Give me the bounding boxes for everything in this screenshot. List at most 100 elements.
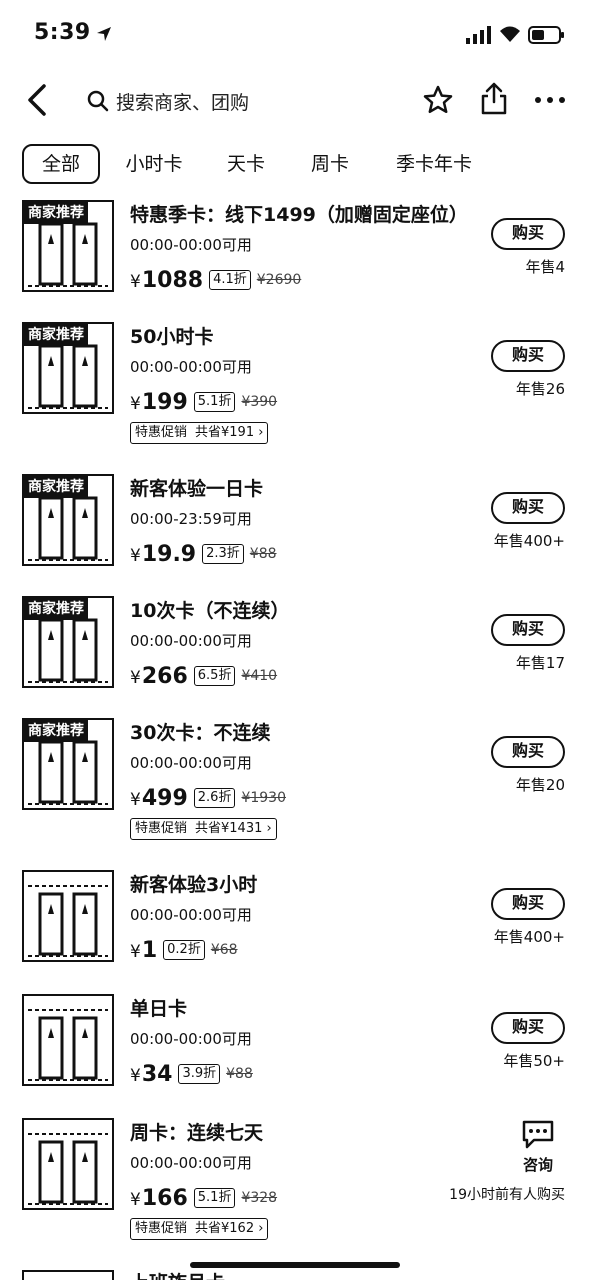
buy-button[interactable]: 购买 <box>491 736 565 768</box>
battery-icon <box>528 26 564 44</box>
seat-image-icon <box>28 1133 108 1205</box>
wifi-icon <box>500 26 520 42</box>
promo-tag[interactable]: 特惠促销 共省¥191 › <box>130 422 269 444</box>
list-item[interactable]: 商家推荐 50小时卡 00:00-00:00可用 ¥199 5.1折 ¥390 … <box>0 318 591 458</box>
deal-title: 单日卡 <box>130 998 188 1020</box>
merchant-recommend-badge: 商家推荐 <box>24 598 88 620</box>
header: 搜索商家、团购 <box>0 76 591 126</box>
deal-thumbnail <box>22 1270 114 1280</box>
deal-title: 新客体验3小时 <box>130 874 258 896</box>
list-item[interactable]: 商家推荐 新客体验一日卡 00:00-23:59可用 ¥19.9 2.3折 ¥8… <box>0 470 591 582</box>
original-price: ¥410 <box>241 668 278 684</box>
annual-sales: 年售4 <box>525 258 565 276</box>
list-item[interactable]: 商家推荐 10次卡（不连续） 00:00-00:00可用 ¥266 6.5折 ¥… <box>0 592 591 704</box>
discount-badge: 0.2折 <box>163 940 205 960</box>
deal-thumbnail <box>22 1118 114 1210</box>
list-item[interactable]: 商家推荐 特惠季卡：线下1499（加赠固定座位） 00:00-00:00可用 ¥… <box>0 196 591 308</box>
merchant-recommend-badge: 商家推荐 <box>24 476 88 498</box>
original-price: ¥88 <box>226 1066 253 1082</box>
tab-week-card[interactable]: 周卡 <box>300 144 360 184</box>
promo-tag[interactable]: 特惠促销 共省¥1431 › <box>130 818 277 840</box>
annual-sales: 年售20 <box>515 776 565 794</box>
price-row: ¥166 5.1折 ¥328 <box>130 1182 277 1214</box>
deal-price: ¥1 <box>130 937 158 963</box>
tab-hourly-card[interactable]: 小时卡 <box>118 144 190 184</box>
promo-label: 特惠促销 <box>135 821 188 836</box>
list-item[interactable]: 周卡：连续七天 00:00-00:00可用 ¥166 5.1折 ¥328 特惠促… <box>0 1114 591 1254</box>
price-row: ¥499 2.6折 ¥1930 <box>130 782 286 814</box>
seat-image-icon <box>28 1009 108 1081</box>
annual-sales: 年售400+ <box>493 532 565 550</box>
deal-time: 00:00-00:00可用 <box>130 236 252 254</box>
search-placeholder: 搜索商家、团购 <box>116 91 250 114</box>
star-icon[interactable] <box>422 84 454 116</box>
more-icon[interactable] <box>532 84 568 116</box>
deal-time: 00:00-23:59可用 <box>130 510 252 528</box>
promo-savings: 共省¥191 <box>195 425 255 440</box>
deal-time: 00:00-00:00可用 <box>130 632 252 650</box>
discount-badge: 5.1折 <box>193 392 236 412</box>
promo-label: 特惠促销 <box>135 1221 188 1236</box>
deal-price: ¥19.9 <box>130 541 197 567</box>
buy-button[interactable]: 购买 <box>491 492 565 524</box>
tab-day-card[interactable]: 天卡 <box>216 144 276 184</box>
promo-tag[interactable]: 特惠促销 共省¥162 › <box>130 1218 269 1240</box>
deal-price: ¥34 <box>130 1061 173 1087</box>
tab-all[interactable]: 全部 <box>22 144 100 184</box>
deal-time: 00:00-00:00可用 <box>130 906 252 924</box>
annual-sales: 年售17 <box>515 654 565 672</box>
deal-price: ¥266 <box>130 663 188 689</box>
discount-badge: 5.1折 <box>193 1188 236 1208</box>
chevron-right-icon: › <box>266 821 272 836</box>
buy-button[interactable]: 购买 <box>491 614 565 646</box>
merchant-recommend-badge: 商家推荐 <box>24 720 88 742</box>
cellular-signal-icon <box>466 26 491 44</box>
list-item[interactable]: 单日卡 00:00-00:00可用 ¥34 3.9折 ¥88 购买 年售50+ <box>0 990 591 1102</box>
promo-savings: 共省¥162 <box>195 1221 255 1236</box>
deal-price: ¥166 <box>130 1185 188 1211</box>
price-row: ¥1088 4.1折 ¥2690 <box>130 264 301 296</box>
deal-thumbnail: 商家推荐 <box>22 474 114 566</box>
deal-price: ¥499 <box>130 785 188 811</box>
original-price: ¥2690 <box>256 272 302 288</box>
original-price: ¥88 <box>249 546 277 562</box>
back-icon[interactable] <box>20 82 56 118</box>
status-time: 5:39 <box>34 20 91 45</box>
buy-button[interactable]: 购买 <box>491 340 565 372</box>
price-row: ¥199 5.1折 ¥390 <box>130 386 277 418</box>
discount-badge: 3.9折 <box>178 1064 221 1084</box>
deal-thumbnail: 商家推荐 <box>22 596 114 688</box>
buy-button[interactable]: 购买 <box>491 888 565 920</box>
annual-sales: 年售26 <box>515 380 565 398</box>
deal-price: ¥199 <box>130 389 188 415</box>
deal-time: 00:00-00:00可用 <box>130 358 252 376</box>
promo-label: 特惠促销 <box>135 425 188 440</box>
search-input[interactable]: 搜索商家、团购 <box>86 84 386 118</box>
price-row: ¥19.9 2.3折 ¥88 <box>130 538 277 570</box>
price-row: ¥266 6.5折 ¥410 <box>130 660 277 692</box>
deal-thumbnail: 商家推荐 <box>22 718 114 810</box>
share-icon[interactable] <box>478 80 510 116</box>
deal-title: 50小时卡 <box>130 326 214 348</box>
buy-button[interactable]: 购买 <box>491 1012 565 1044</box>
discount-badge: 6.5折 <box>193 666 236 686</box>
deal-title: 上班族月卡 <box>130 1268 225 1280</box>
original-price: ¥1930 <box>241 790 286 806</box>
deal-thumbnail <box>22 994 114 1086</box>
list-item[interactable]: 新客体验3小时 00:00-00:00可用 ¥1 0.2折 ¥68 购买 年售4… <box>0 866 591 978</box>
recent-purchase-note: 19小时前有人购买 <box>449 1187 565 1203</box>
price-row: ¥34 3.9折 ¥88 <box>130 1058 253 1090</box>
list-item[interactable]: 商家推荐 30次卡：不连续 00:00-00:00可用 ¥499 2.6折 ¥1… <box>0 714 591 854</box>
search-icon <box>87 90 109 112</box>
original-price: ¥68 <box>210 942 238 958</box>
consult-label: 咨询 <box>522 1156 553 1174</box>
chevron-right-icon: › <box>258 425 264 440</box>
consult-button[interactable]: 咨询 <box>508 1118 568 1175</box>
merchant-recommend-badge: 商家推荐 <box>24 202 88 224</box>
deal-title: 新客体验一日卡 <box>130 478 264 500</box>
seat-image-icon <box>28 885 108 957</box>
home-indicator[interactable] <box>190 1262 400 1268</box>
tab-season-year-card[interactable]: 季卡年卡 <box>386 144 482 184</box>
buy-button[interactable]: 购买 <box>491 218 565 250</box>
category-tabs: 全部 小时卡 天卡 周卡 季卡年卡 <box>0 144 591 186</box>
